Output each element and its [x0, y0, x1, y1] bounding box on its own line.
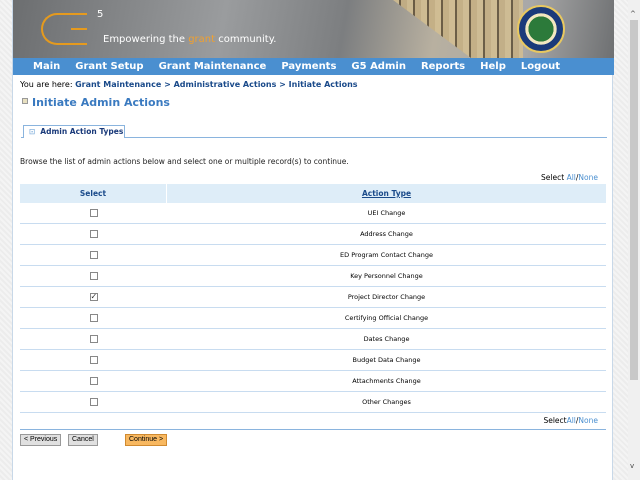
page-icon [22, 98, 28, 104]
cancel-button[interactable]: Cancel [68, 434, 98, 446]
nav-logout[interactable]: Logout [521, 58, 560, 75]
select-cell [20, 398, 167, 406]
table-row: ED Program Contact Change [20, 245, 606, 266]
action-type-cell: Certifying Official Change [344, 314, 429, 322]
row-checkbox[interactable] [89, 251, 98, 259]
breadcrumb-initiate-actions[interactable]: Initiate Actions [289, 80, 358, 89]
tab-icon: ⊡ [29, 127, 36, 136]
nav-help[interactable]: Help [480, 58, 506, 75]
action-type-cell: Attachments Change [352, 377, 421, 385]
column-header-action-type[interactable]: Action Type [167, 184, 606, 203]
instructions: Browse the list of admin actions below a… [20, 157, 349, 166]
row-checkbox[interactable] [89, 272, 98, 280]
breadcrumb-prefix: You are here: [20, 80, 76, 89]
select-cell [20, 251, 167, 259]
action-type-cell: Project Director Change [347, 293, 426, 301]
select-all-link[interactable]: All [567, 416, 576, 425]
nav-reports[interactable]: Reports [421, 58, 465, 75]
vertical-scrollbar[interactable]: ^ v [628, 0, 640, 480]
column-header-select: Select [20, 184, 167, 203]
scroll-up-icon[interactable]: ^ [630, 10, 636, 18]
tab-admin-action-types[interactable]: ⊡ Admin Action Types [23, 125, 125, 138]
select-cell [20, 356, 167, 364]
nav-payments[interactable]: Payments [281, 58, 336, 75]
banner: 5 Empowering the grant community. [13, 0, 614, 58]
row-checkbox[interactable] [89, 209, 98, 217]
scroll-down-icon[interactable]: v [630, 462, 634, 470]
action-type-cell: Key Personnel Change [350, 272, 423, 280]
breadcrumb-separator: > [276, 80, 289, 89]
page-title: Initiate Admin Actions [32, 96, 170, 109]
library-image [393, 0, 523, 58]
previous-button[interactable]: < Previous [20, 434, 62, 446]
table-row: UEI Change [20, 203, 606, 224]
action-types-table: Select Action Type UEI Change Address Cha… [20, 184, 606, 413]
action-type-cell: UEI Change [367, 209, 406, 217]
action-type-cell: Budget Data Change [352, 356, 421, 364]
row-checkbox[interactable] [89, 398, 98, 406]
row-checkbox[interactable] [89, 356, 98, 364]
main-nav: Main Grant Setup Grant Maintenance Payme… [13, 58, 614, 75]
breadcrumb-separator: > [161, 80, 174, 89]
row-checkbox[interactable] [89, 230, 98, 238]
select-all-link[interactable]: All [567, 173, 576, 182]
tab-label: Admin Action Types [40, 127, 124, 136]
action-type-cell: Dates Change [363, 335, 410, 343]
breadcrumb-administrative-actions[interactable]: Administrative Actions [174, 80, 277, 89]
select-cell [20, 209, 167, 217]
action-type-cell: Address Change [360, 230, 413, 238]
select-cell [20, 377, 167, 385]
tagline-highlight: grant [188, 34, 216, 45]
table-row: ✓ Project Director Change [20, 287, 606, 308]
table-row: Other Changes [20, 392, 606, 413]
nav-grant-maintenance[interactable]: Grant Maintenance [159, 58, 267, 75]
select-all-none-bottom: SelectAll/None [543, 416, 598, 425]
table-row: Key Personnel Change [20, 266, 606, 287]
select-cell [20, 335, 167, 343]
tagline: Empowering the grant community. [103, 34, 276, 45]
nav-grant-setup[interactable]: Grant Setup [75, 58, 143, 75]
table-footer-divider [20, 429, 606, 430]
scrollbar-thumb[interactable] [630, 20, 638, 380]
select-none-link[interactable]: None [578, 173, 598, 182]
table-row: Certifying Official Change [20, 308, 606, 329]
row-checkbox[interactable] [89, 377, 98, 385]
row-checkbox-checked[interactable]: ✓ [89, 293, 98, 301]
page: 5 Empowering the grant community. Main G… [12, 0, 614, 480]
table-header: Select Action Type [20, 184, 606, 203]
nav-g5-admin[interactable]: G5 Admin [351, 58, 406, 75]
row-checkbox[interactable] [89, 314, 98, 322]
select-cell: ✓ [20, 293, 167, 301]
table-row: Address Change [20, 224, 606, 245]
select-cell [20, 314, 167, 322]
continue-button[interactable]: Continue > [125, 434, 168, 446]
tagline-text-end: community. [215, 34, 277, 45]
action-type-cell: Other Changes [362, 398, 411, 406]
breadcrumb: You are here: Grant Maintenance > Admini… [20, 80, 358, 89]
select-cell [20, 272, 167, 280]
table-row: Budget Data Change [20, 350, 606, 371]
row-checkbox[interactable] [89, 335, 98, 343]
select-all-none-top: Select All/None [541, 173, 598, 182]
department-seal-icon [517, 5, 565, 53]
select-label: Select [541, 173, 567, 182]
g5-logo-bar [71, 28, 87, 30]
select-label: Select [543, 416, 567, 425]
g5-logo-superscript: 5 [97, 9, 104, 20]
breadcrumb-grant-maintenance[interactable]: Grant Maintenance [75, 80, 161, 89]
table-row: Attachments Change [20, 371, 606, 392]
select-cell [20, 230, 167, 238]
action-type-cell: ED Program Contact Change [340, 251, 433, 259]
select-none-link[interactable]: None [578, 416, 598, 425]
nav-main[interactable]: Main [33, 58, 60, 75]
tagline-text: Empowering the [103, 34, 189, 45]
table-row: Dates Change [20, 329, 606, 350]
